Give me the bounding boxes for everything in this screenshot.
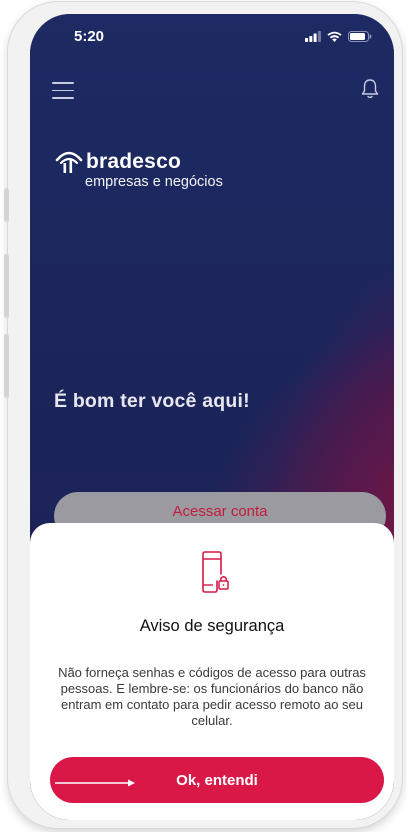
signal-icon bbox=[305, 31, 321, 42]
brand-logo: bradesco empresas e negócios bbox=[54, 148, 223, 190]
hamburger-menu-icon[interactable] bbox=[52, 82, 74, 99]
phone-frame: 5:20 bradesco empresas e negócios É bom … bbox=[4, 2, 402, 828]
arrow-right-icon bbox=[55, 779, 135, 787]
volume-down-button bbox=[4, 334, 9, 398]
security-notice-message: Não forneça senhas e códigos de acesso p… bbox=[58, 665, 366, 728]
battery-icon bbox=[348, 31, 372, 42]
security-notice-title: Aviso de segurança bbox=[139, 617, 285, 635]
volume-up-button bbox=[4, 254, 9, 318]
wifi-icon bbox=[327, 31, 342, 42]
welcome-message: É bom ter você aqui! bbox=[54, 390, 250, 412]
status-icons bbox=[305, 31, 372, 42]
status-time: 5:20 bbox=[74, 28, 105, 45]
bradesco-tree-logo-icon bbox=[55, 151, 83, 173]
security-notice-sheet: Aviso de segurança Não forneça senhas e … bbox=[30, 523, 394, 820]
status-bar: 5:20 bbox=[30, 14, 394, 58]
phone-lock-icon bbox=[202, 551, 229, 593]
brand-name: bradesco bbox=[86, 150, 181, 173]
silent-switch bbox=[4, 188, 9, 222]
bell-icon[interactable] bbox=[360, 78, 380, 100]
app-screen: 5:20 bradesco empresas e negócios É bom … bbox=[30, 14, 394, 820]
brand-subtitle: empresas e negócios bbox=[85, 174, 223, 190]
